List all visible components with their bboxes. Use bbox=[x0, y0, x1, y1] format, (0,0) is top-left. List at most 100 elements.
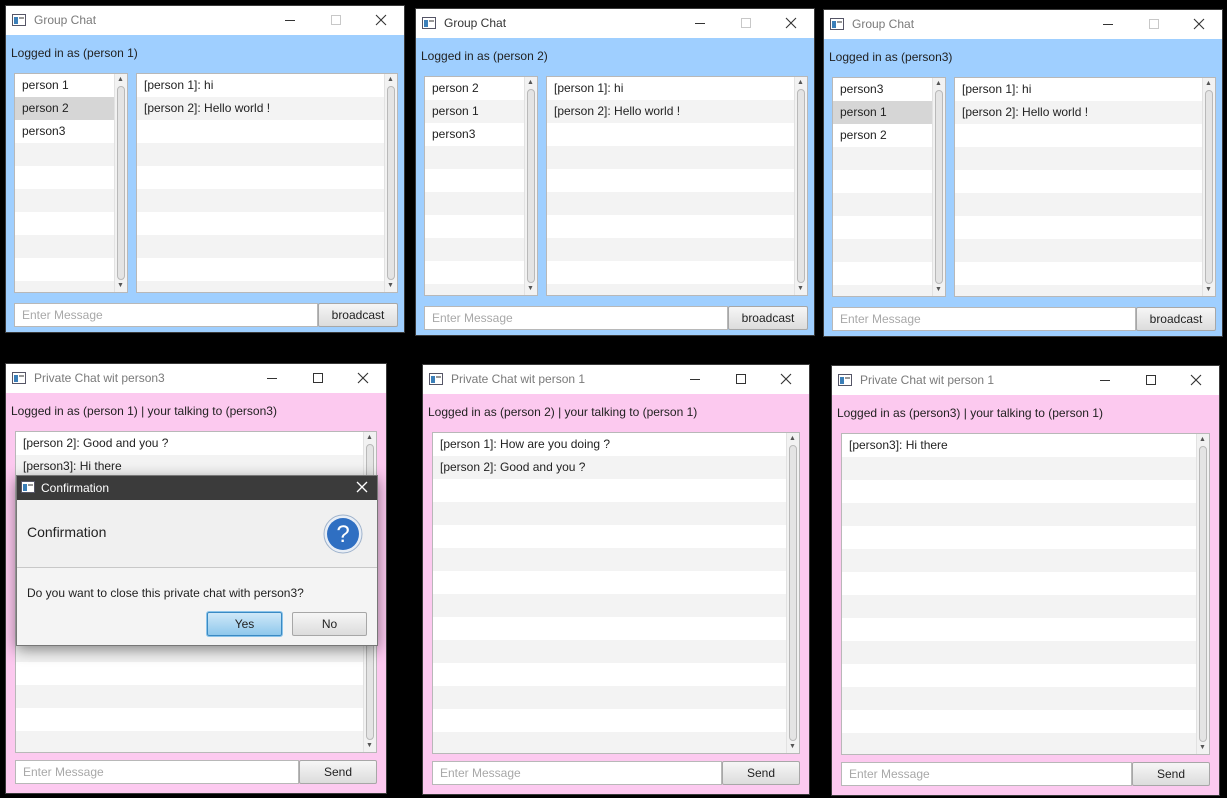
title-bar[interactable]: Private Chat wit person3 bbox=[6, 364, 386, 393]
list-item[interactable]: [person 1]: How are you doing ? bbox=[433, 433, 787, 456]
close-icon[interactable] bbox=[355, 480, 369, 494]
send-button[interactable]: Send bbox=[299, 760, 377, 784]
maximize-icon[interactable] bbox=[1143, 372, 1159, 388]
broadcast-button[interactable]: broadcast bbox=[728, 306, 808, 330]
broadcast-button[interactable]: broadcast bbox=[1136, 307, 1216, 331]
message-input[interactable]: Enter Message bbox=[424, 306, 728, 330]
scroll-up-icon[interactable]: ▲ bbox=[935, 79, 942, 89]
maximize-icon[interactable] bbox=[1146, 16, 1162, 32]
scroll-down-icon[interactable]: ▼ bbox=[366, 741, 373, 751]
scroll-up-icon[interactable]: ▲ bbox=[1205, 79, 1212, 89]
list-item[interactable]: person 2 bbox=[833, 124, 933, 147]
vertical-scrollbar[interactable]: ▲ ▼ bbox=[114, 74, 127, 292]
message-list[interactable]: [person 1]: hi [person 2]: Hello world ! ▲… bbox=[954, 77, 1216, 297]
message-input[interactable]: Enter Message bbox=[432, 761, 722, 785]
scroll-up-icon[interactable]: ▲ bbox=[366, 433, 373, 443]
message-input[interactable]: Enter Message bbox=[832, 307, 1136, 331]
list-item[interactable]: [person 2]: Good and you ? bbox=[433, 456, 787, 479]
scroll-down-icon[interactable]: ▼ bbox=[1205, 285, 1212, 295]
list-item[interactable]: person 2 bbox=[425, 77, 525, 100]
user-list[interactable]: person3 person 1 person 2 ▲ ▼ bbox=[832, 77, 946, 297]
message-input[interactable]: Enter Message bbox=[15, 760, 299, 784]
message-input[interactable]: Enter Message bbox=[841, 762, 1132, 786]
maximize-icon[interactable] bbox=[738, 15, 754, 31]
list-item[interactable]: person 1 bbox=[833, 101, 933, 124]
scrollbar-thumb[interactable] bbox=[1199, 446, 1207, 742]
title-bar[interactable]: Group Chat bbox=[416, 9, 814, 38]
list-item[interactable]: [person 2]: Hello world ! bbox=[955, 101, 1203, 124]
scrollbar-thumb[interactable] bbox=[527, 89, 535, 283]
title-bar[interactable]: Group Chat bbox=[6, 6, 404, 35]
scroll-up-icon[interactable]: ▲ bbox=[527, 78, 534, 88]
send-button[interactable]: Send bbox=[1132, 762, 1210, 786]
scrollbar-thumb[interactable] bbox=[789, 445, 797, 741]
scrollbar-thumb[interactable] bbox=[797, 89, 805, 283]
list-item[interactable]: [person 1]: hi bbox=[547, 77, 795, 100]
scroll-up-icon[interactable]: ▲ bbox=[789, 434, 796, 444]
close-icon[interactable] bbox=[373, 12, 389, 28]
list-item[interactable]: [person 1]: hi bbox=[955, 78, 1203, 101]
list-item[interactable]: person 1 bbox=[15, 74, 115, 97]
scrollbar-thumb[interactable] bbox=[1205, 90, 1213, 284]
maximize-icon[interactable] bbox=[733, 371, 749, 387]
minimize-icon[interactable] bbox=[687, 371, 703, 387]
title-bar[interactable]: Private Chat wit person 1 bbox=[832, 366, 1219, 395]
scroll-down-icon[interactable]: ▼ bbox=[797, 284, 804, 294]
close-icon[interactable] bbox=[778, 371, 794, 387]
scrollbar-thumb[interactable] bbox=[387, 86, 395, 280]
message-list[interactable]: [person 1]: hi [person 2]: Hello world ! ▲… bbox=[546, 76, 808, 296]
vertical-scrollbar[interactable]: ▲ ▼ bbox=[524, 77, 537, 295]
vertical-scrollbar[interactable]: ▲ ▼ bbox=[1196, 434, 1209, 754]
user-list[interactable]: person 1 person 2 person3 ▲ ▼ bbox=[14, 73, 128, 293]
list-item[interactable]: person 2 bbox=[15, 97, 115, 120]
message-input[interactable]: Enter Message bbox=[14, 303, 318, 327]
minimize-icon[interactable] bbox=[692, 15, 708, 31]
scroll-down-icon[interactable]: ▼ bbox=[789, 742, 796, 752]
title-bar[interactable]: Group Chat bbox=[824, 10, 1222, 39]
list-item[interactable]: [person 1]: hi bbox=[137, 74, 385, 97]
close-icon[interactable] bbox=[1188, 372, 1204, 388]
minimize-icon[interactable] bbox=[1097, 372, 1113, 388]
scroll-up-icon[interactable]: ▲ bbox=[797, 78, 804, 88]
vertical-scrollbar[interactable]: ▲ ▼ bbox=[786, 433, 799, 753]
no-button[interactable]: No bbox=[292, 612, 367, 636]
message-list[interactable]: [person 1]: hi [person 2]: Hello world ! ▲… bbox=[136, 73, 398, 293]
list-item[interactable]: [person 2]: Hello world ! bbox=[137, 97, 385, 120]
dialog-title-bar[interactable]: Confirmation bbox=[17, 476, 377, 500]
scroll-down-icon[interactable]: ▼ bbox=[117, 281, 124, 291]
scroll-up-icon[interactable]: ▲ bbox=[1199, 435, 1206, 445]
list-item[interactable]: [person3]: Hi there bbox=[842, 434, 1197, 457]
scrollbar-thumb[interactable] bbox=[117, 86, 125, 280]
broadcast-button[interactable]: broadcast bbox=[318, 303, 398, 327]
list-item[interactable]: person3 bbox=[425, 123, 525, 146]
list-item[interactable]: person 1 bbox=[425, 100, 525, 123]
scroll-down-icon[interactable]: ▼ bbox=[387, 281, 394, 291]
user-list[interactable]: person 2 person 1 person3 ▲ ▼ bbox=[424, 76, 538, 296]
vertical-scrollbar[interactable]: ▲ ▼ bbox=[794, 77, 807, 295]
list-item[interactable]: [person 2]: Good and you ? bbox=[16, 432, 364, 455]
vertical-scrollbar[interactable]: ▲ ▼ bbox=[384, 74, 397, 292]
close-icon[interactable] bbox=[1191, 16, 1207, 32]
minimize-icon[interactable] bbox=[264, 370, 280, 386]
minimize-icon[interactable] bbox=[1100, 16, 1116, 32]
maximize-icon[interactable] bbox=[310, 370, 326, 386]
vertical-scrollbar[interactable]: ▲ ▼ bbox=[1202, 78, 1215, 296]
scroll-up-icon[interactable]: ▲ bbox=[117, 75, 124, 85]
scrollbar-thumb[interactable] bbox=[935, 90, 943, 284]
scroll-down-icon[interactable]: ▼ bbox=[527, 284, 534, 294]
minimize-icon[interactable] bbox=[282, 12, 298, 28]
message-list[interactable]: [person3]: Hi there ▲ ▼ bbox=[841, 433, 1210, 755]
vertical-scrollbar[interactable]: ▲ ▼ bbox=[932, 78, 945, 296]
yes-button[interactable]: Yes bbox=[207, 612, 282, 636]
list-item[interactable]: person3 bbox=[15, 120, 115, 143]
title-bar[interactable]: Private Chat wit person 1 bbox=[423, 365, 809, 394]
scroll-down-icon[interactable]: ▼ bbox=[935, 285, 942, 295]
list-item[interactable]: person3 bbox=[833, 78, 933, 101]
close-icon[interactable] bbox=[783, 15, 799, 31]
scroll-down-icon[interactable]: ▼ bbox=[1199, 743, 1206, 753]
list-item[interactable]: [person 2]: Hello world ! bbox=[547, 100, 795, 123]
close-icon[interactable] bbox=[355, 370, 371, 386]
send-button[interactable]: Send bbox=[722, 761, 800, 785]
scroll-up-icon[interactable]: ▲ bbox=[387, 75, 394, 85]
maximize-icon[interactable] bbox=[328, 12, 344, 28]
